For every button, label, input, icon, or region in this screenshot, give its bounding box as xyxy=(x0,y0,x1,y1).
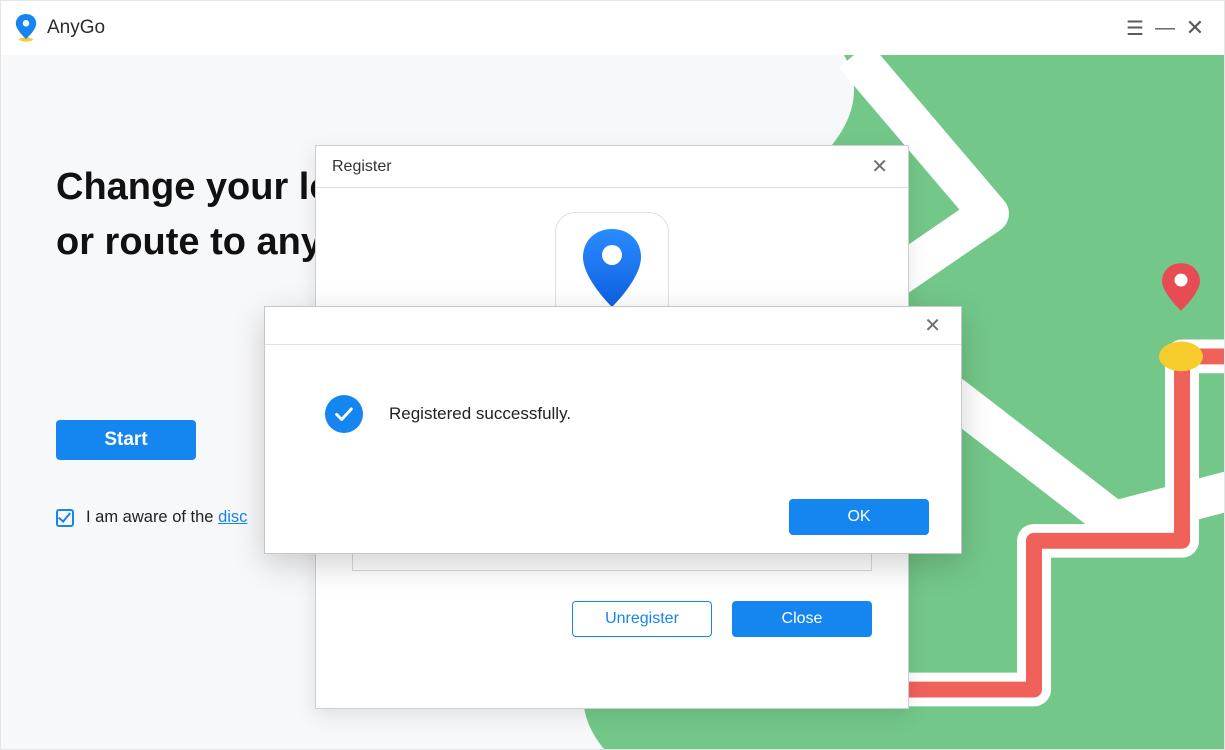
success-message: Registered successfully. xyxy=(389,404,571,424)
register-pin-icon xyxy=(581,229,643,309)
register-close-button[interactable]: Close xyxy=(732,601,872,637)
main-body: Change your lo or route to any Start I a… xyxy=(1,55,1224,749)
success-dialog: ✕ Registered successfully. OK xyxy=(264,306,962,554)
disclaimer-checkbox[interactable] xyxy=(56,509,74,527)
start-button[interactable]: Start xyxy=(56,420,196,460)
register-dialog-titlebar: Register ✕ xyxy=(316,146,908,188)
headline-line1: Change your lo xyxy=(56,166,333,208)
title-bar: AnyGo ☰ — ✕ xyxy=(1,1,1224,55)
app-window: AnyGo ☰ — ✕ xyxy=(0,0,1225,750)
app-title: AnyGo xyxy=(47,17,105,39)
success-dialog-close-icon[interactable]: ✕ xyxy=(920,311,945,340)
unregister-button[interactable]: Unregister xyxy=(572,601,712,637)
ok-button[interactable]: OK xyxy=(789,499,929,535)
menu-icon[interactable]: ☰ xyxy=(1120,13,1150,43)
register-dialog-close-icon[interactable]: ✕ xyxy=(867,152,892,181)
success-dialog-body: Registered successfully. xyxy=(265,345,961,453)
disclaimer-link[interactable]: disc xyxy=(218,508,247,526)
minimize-icon[interactable]: — xyxy=(1150,13,1180,43)
success-check-icon xyxy=(325,395,363,433)
app-logo: AnyGo xyxy=(15,14,105,42)
success-dialog-header: ✕ xyxy=(265,307,961,345)
app-pin-icon xyxy=(15,14,37,42)
disclaimer-text: I am aware of the disc xyxy=(86,508,247,527)
register-dialog-buttons: Unregister Close xyxy=(352,601,872,637)
headline-line2: or route to any xyxy=(56,221,322,263)
success-dialog-footer: OK xyxy=(789,499,929,535)
window-close-icon[interactable]: ✕ xyxy=(1180,13,1210,43)
register-dialog-title: Register xyxy=(332,158,392,176)
